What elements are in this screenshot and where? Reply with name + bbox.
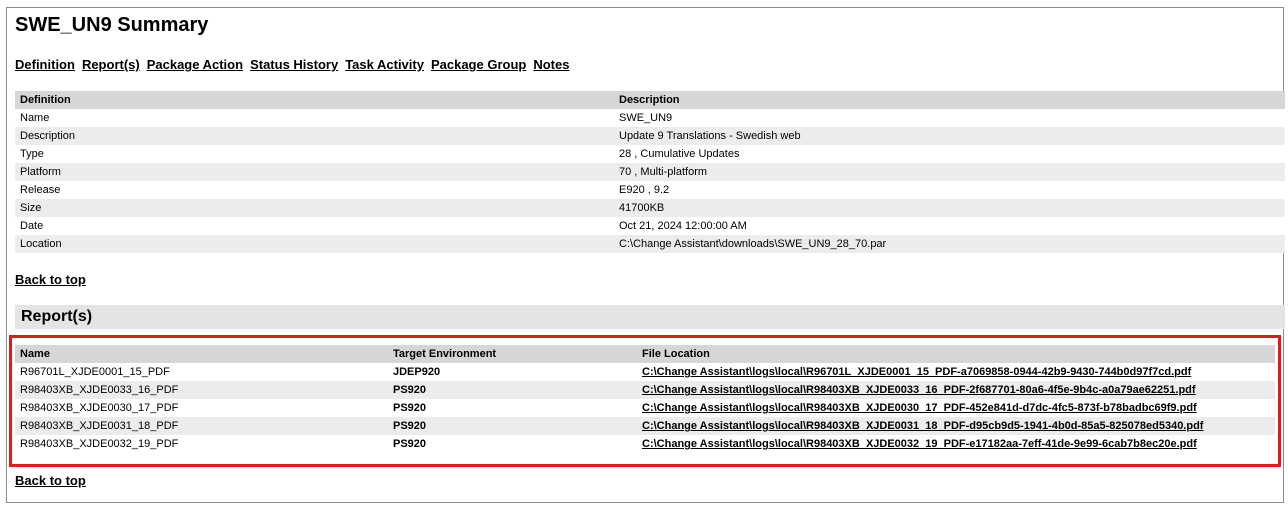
- definition-value: C:\Change Assistant\downloads\SWE_UN9_28…: [614, 235, 1285, 253]
- report-name: R96701L_XJDE0001_15_PDF: [15, 363, 388, 381]
- nav-link-reports[interactable]: Report(s): [82, 57, 140, 72]
- definition-label: Size: [15, 199, 614, 217]
- definition-label: Date: [15, 217, 614, 235]
- definition-table: Definition Description Name SWE_UN9 Descr…: [15, 91, 1285, 253]
- definition-header-row: Definition Description: [15, 91, 1285, 109]
- reports-header-row: Name Target Environment File Location: [15, 345, 1275, 363]
- table-row: Name SWE_UN9: [15, 109, 1285, 127]
- report-file-link[interactable]: C:\Change Assistant\logs\local\R98403XB_…: [637, 399, 1275, 417]
- definition-label: Name: [15, 109, 614, 127]
- nav-link-package-group[interactable]: Package Group: [431, 57, 526, 72]
- report-target-environment: PS920: [388, 435, 637, 453]
- table-row: R98403XB_XJDE0030_17_PDF PS920 C:\Change…: [15, 399, 1275, 417]
- table-row: Release E920 , 9.2: [15, 181, 1285, 199]
- definition-value: 70 , Multi-platform: [614, 163, 1285, 181]
- report-target-environment: PS920: [388, 399, 637, 417]
- definition-label: Release: [15, 181, 614, 199]
- definition-value: E920 , 9.2: [614, 181, 1285, 199]
- column-header-target-environment: Target Environment: [388, 345, 637, 363]
- reports-table: Name Target Environment File Location R9…: [15, 345, 1275, 453]
- report-file-link[interactable]: C:\Change Assistant\logs\local\R98403XB_…: [637, 417, 1275, 435]
- definition-value: Oct 21, 2024 12:00:00 AM: [614, 217, 1285, 235]
- report-file-link[interactable]: C:\Change Assistant\logs\local\R96701L_X…: [637, 363, 1275, 381]
- definition-value: 28 , Cumulative Updates: [614, 145, 1285, 163]
- table-row: R98403XB_XJDE0032_19_PDF PS920 C:\Change…: [15, 435, 1275, 453]
- column-header-file-location: File Location: [637, 345, 1275, 363]
- report-name: R98403XB_XJDE0031_18_PDF: [15, 417, 388, 435]
- definition-label: Platform: [15, 163, 614, 181]
- table-row: Date Oct 21, 2024 12:00:00 AM: [15, 217, 1285, 235]
- back-to-top-link[interactable]: Back to top: [15, 272, 86, 287]
- definition-value: 41700KB: [614, 199, 1285, 217]
- table-row: Platform 70 , Multi-platform: [15, 163, 1285, 181]
- table-row: Location C:\Change Assistant\downloads\SW…: [15, 235, 1285, 253]
- definition-value: Update 9 Translations - Swedish web: [614, 127, 1285, 145]
- nav-link-definition[interactable]: Definition: [15, 57, 75, 72]
- definition-label: Description: [15, 127, 614, 145]
- column-header-name: Name: [15, 345, 388, 363]
- section-nav: Definition Report(s) Package Action Stat…: [15, 57, 569, 72]
- column-header-description: Description: [614, 91, 1285, 109]
- column-header-definition: Definition: [15, 91, 614, 109]
- back-to-top-link[interactable]: Back to top: [15, 473, 86, 488]
- nav-link-notes[interactable]: Notes: [533, 57, 569, 72]
- reports-section-header: Report(s): [15, 305, 1285, 329]
- page-title: SWE_UN9 Summary: [15, 14, 209, 36]
- table-row: R96701L_XJDE0001_15_PDF JDEP920 C:\Chang…: [15, 363, 1275, 381]
- report-target-environment: PS920: [388, 417, 637, 435]
- nav-link-status-history[interactable]: Status History: [250, 57, 338, 72]
- definition-label: Location: [15, 235, 614, 253]
- report-target-environment: JDEP920: [388, 363, 637, 381]
- report-name: R98403XB_XJDE0033_16_PDF: [15, 381, 388, 399]
- report-target-environment: PS920: [388, 381, 637, 399]
- report-name: R98403XB_XJDE0032_19_PDF: [15, 435, 388, 453]
- table-row: R98403XB_XJDE0033_16_PDF PS920 C:\Change…: [15, 381, 1275, 399]
- nav-link-task-activity[interactable]: Task Activity: [345, 57, 424, 72]
- table-row: Description Update 9 Translations - Swedi…: [15, 127, 1285, 145]
- table-row: Type 28 , Cumulative Updates: [15, 145, 1285, 163]
- report-name: R98403XB_XJDE0030_17_PDF: [15, 399, 388, 417]
- table-row: R98403XB_XJDE0031_18_PDF PS920 C:\Change…: [15, 417, 1275, 435]
- nav-link-package-action[interactable]: Package Action: [147, 57, 243, 72]
- report-file-link[interactable]: C:\Change Assistant\logs\local\R98403XB_…: [637, 435, 1275, 453]
- definition-label: Type: [15, 145, 614, 163]
- definition-value: SWE_UN9: [614, 109, 1285, 127]
- report-file-link[interactable]: C:\Change Assistant\logs\local\R98403XB_…: [637, 381, 1275, 399]
- table-row: Size 41700KB: [15, 199, 1285, 217]
